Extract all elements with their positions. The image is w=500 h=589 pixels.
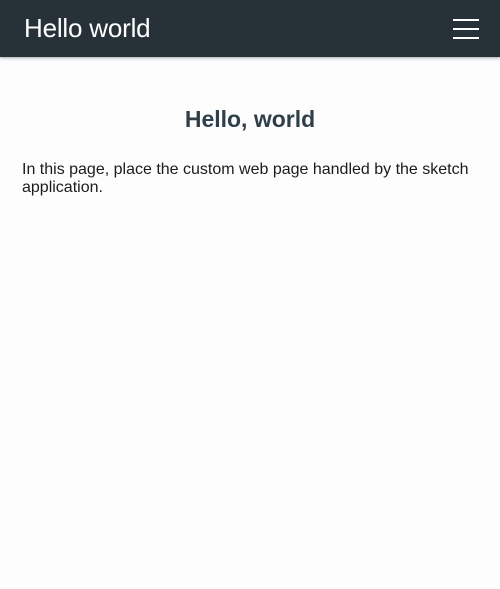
- menu-button[interactable]: [450, 14, 482, 44]
- page-body-text: In this page, place the custom web page …: [22, 161, 469, 196]
- app-header: Hello world: [0, 0, 500, 57]
- main-content: Hello, world In this page, place the cus…: [0, 57, 500, 589]
- page-heading: Hello, world: [184, 106, 316, 132]
- menu-bar-bottom: [453, 37, 479, 39]
- menu-bar-middle: [453, 28, 479, 30]
- app-window: Hello world Hello, world In this page, p…: [0, 0, 500, 589]
- menu-bar-top: [453, 19, 479, 21]
- app-title: Hello world: [24, 13, 151, 43]
